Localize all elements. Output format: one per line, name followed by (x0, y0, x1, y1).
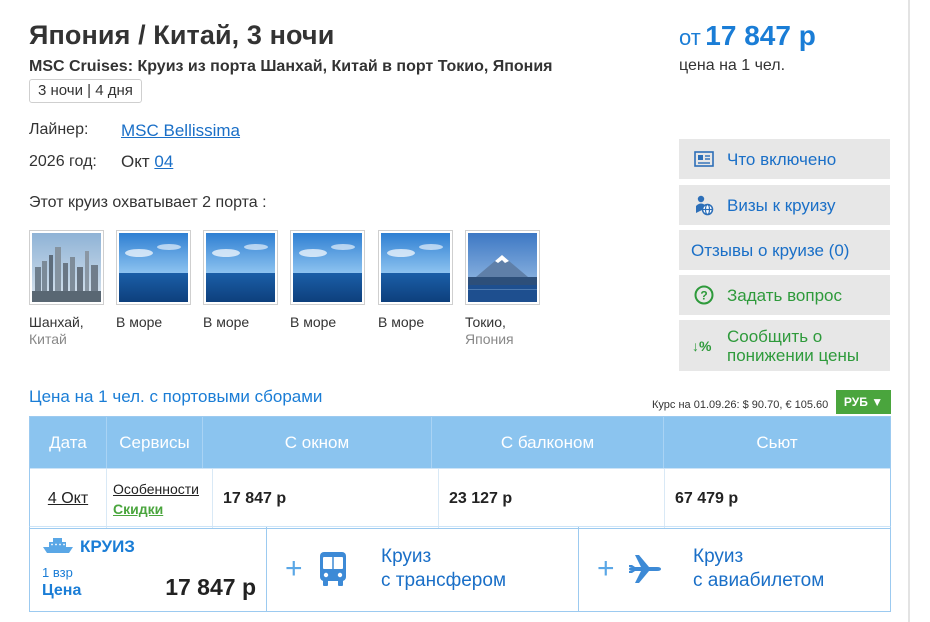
reviews-label: Отзывы о круизе (0) (691, 241, 849, 260)
col-services: Сервисы (107, 417, 203, 468)
table-row: 4 Окт Особенности Скидки 17 847 р 23 127… (30, 468, 890, 528)
newspaper-icon (691, 151, 717, 167)
plus-icon: + (597, 552, 615, 585)
svg-text:?: ? (700, 289, 707, 303)
transfer-label: Круиз с трансфером (381, 545, 506, 593)
airplane-icon (627, 553, 663, 585)
price-summary: от 17 847 р (679, 20, 889, 52)
visa-button[interactable]: Визы к круизу (679, 185, 890, 225)
suite-price[interactable]: 67 479 р (665, 469, 890, 528)
port-item: В море (290, 230, 366, 331)
cruise-only-option[interactable]: КРУИЗ 1 взр Цена 17 847 р (30, 527, 267, 611)
reviews-button[interactable]: Отзывы о круизе (0) (679, 230, 890, 270)
flight-label: Круиз с авиабилетом (693, 545, 824, 593)
col-balcony: С балконом (432, 417, 664, 468)
port-photo[interactable] (465, 230, 540, 305)
transfer-line2: с трансфером (381, 570, 507, 591)
services-cell: Особенности Скидки (107, 469, 213, 528)
price-drop-label: Сообщить о понижении цены (727, 326, 860, 365)
visa-label: Визы к круизу (727, 195, 836, 215)
port-name: В море (116, 314, 163, 330)
balcony-price[interactable]: 23 127 р (439, 469, 665, 528)
cruise-page: Япония / Китай, 3 ночи MSC Cruises: Круи… (0, 0, 908, 622)
svg-text:↓%: ↓% (692, 338, 712, 354)
transfer-line1: Круиз (381, 546, 432, 567)
booking-options: КРУИЗ 1 взр Цена 17 847 р + Круиз с тран… (29, 526, 891, 612)
bus-icon (315, 551, 351, 587)
question-circle-icon: ? (691, 285, 717, 305)
liner-label: Лайнер: (29, 121, 89, 138)
reviews-text: Отзывы о круизе (691, 240, 824, 260)
sea-image (119, 233, 188, 302)
sea-image (381, 233, 450, 302)
col-suite: Сьют (756, 432, 798, 452)
cruise-with-transfer-option[interactable]: + Круиз с трансфером (267, 527, 579, 611)
col-date: Дата (30, 417, 107, 468)
port-country: Япония (465, 331, 514, 347)
cruise-title: КРУИЗ (80, 537, 135, 556)
price-drop-icon: ↓% (691, 337, 717, 355)
port-photo[interactable] (29, 230, 104, 305)
passengers: 1 взр (42, 565, 73, 580)
route-subtitle: MSC Cruises: Круиз из порта Шанхай, Кита… (29, 58, 553, 75)
passport-person-icon (691, 194, 717, 216)
city-skyline-image (32, 233, 101, 302)
port-item: Токио, Япония (465, 230, 541, 348)
port-item: В море (203, 230, 279, 331)
port-photo[interactable] (116, 230, 191, 305)
duration-badge: 3 ночи | 4 дня (29, 79, 142, 103)
year-label: 2026 год: (29, 153, 97, 170)
port-name: Шанхай, (29, 314, 84, 330)
plus-icon: + (285, 552, 303, 585)
date-link[interactable]: 4 Окт (48, 490, 88, 508)
date-value: Окт 04 (121, 152, 173, 172)
table-header: Дата Сервисы С окном С балконом Сьют (30, 417, 890, 468)
discounts-link[interactable]: Скидки (113, 499, 199, 519)
liner-link-wrap: MSC Bellissima (121, 121, 240, 141)
whats-included-button[interactable]: Что включено (679, 139, 890, 179)
port-name: В море (290, 314, 337, 330)
port-country: Китай (29, 331, 67, 347)
port-photo[interactable] (290, 230, 365, 305)
port-photo[interactable] (378, 230, 453, 305)
exchange-rate: Курс на 01.09.26: $ 90.70, € 105.60 (652, 399, 829, 411)
currency-select[interactable]: РУБ ▼ (836, 390, 891, 414)
flight-line2: с авиабилетом (693, 570, 825, 591)
price-from: от (679, 25, 701, 50)
cruise-with-flight-option[interactable]: + Круиз с авиабилетом (579, 527, 890, 611)
port-name: Токио, (465, 314, 506, 330)
month-text: Окт (121, 152, 150, 171)
mount-fuji-image (468, 233, 537, 302)
price-caption: Цена на 1 чел. с портовыми сборами (29, 387, 323, 406)
date-cell: 4 Окт (30, 469, 107, 528)
price-value: 17 847 р (705, 20, 816, 51)
price-label: Цена (42, 582, 82, 599)
sea-image (293, 233, 362, 302)
reviews-count: (0) (828, 240, 850, 260)
ask-question-label: Задать вопрос (727, 285, 842, 305)
port-photo[interactable] (203, 230, 278, 305)
col-window: С окном (203, 417, 432, 468)
window-price[interactable]: 17 847 р (213, 469, 439, 528)
ship-icon (42, 536, 74, 559)
liner-link[interactable]: MSC Bellissima (121, 121, 240, 140)
day-link[interactable]: 04 (154, 152, 173, 171)
features-link[interactable]: Особенности (113, 479, 199, 499)
page-title: Япония / Китай, 3 ночи (29, 20, 335, 50)
port-item: Шанхай, Китай (29, 230, 105, 348)
port-item: В море (378, 230, 454, 331)
page-edge-divider (908, 0, 910, 622)
price-drop-alert-button[interactable]: ↓% Сообщить о понижении цены (679, 320, 890, 371)
sea-image (206, 233, 275, 302)
ask-question-button[interactable]: ? Задать вопрос (679, 275, 890, 315)
port-name: В море (378, 314, 425, 330)
price-note: цена на 1 чел. (679, 57, 786, 74)
flight-line1: Круиз (693, 546, 744, 567)
port-name: В море (203, 314, 250, 330)
cruise-total-price: 17 847 р (165, 574, 256, 600)
ports-intro: Этот круиз охватывает 2 порта : (29, 194, 267, 211)
port-item: В море (116, 230, 192, 331)
whats-included-label: Что включено (727, 149, 837, 169)
cabin-price-table: Дата Сервисы С окном С балконом Сьют 4 О… (29, 416, 891, 529)
